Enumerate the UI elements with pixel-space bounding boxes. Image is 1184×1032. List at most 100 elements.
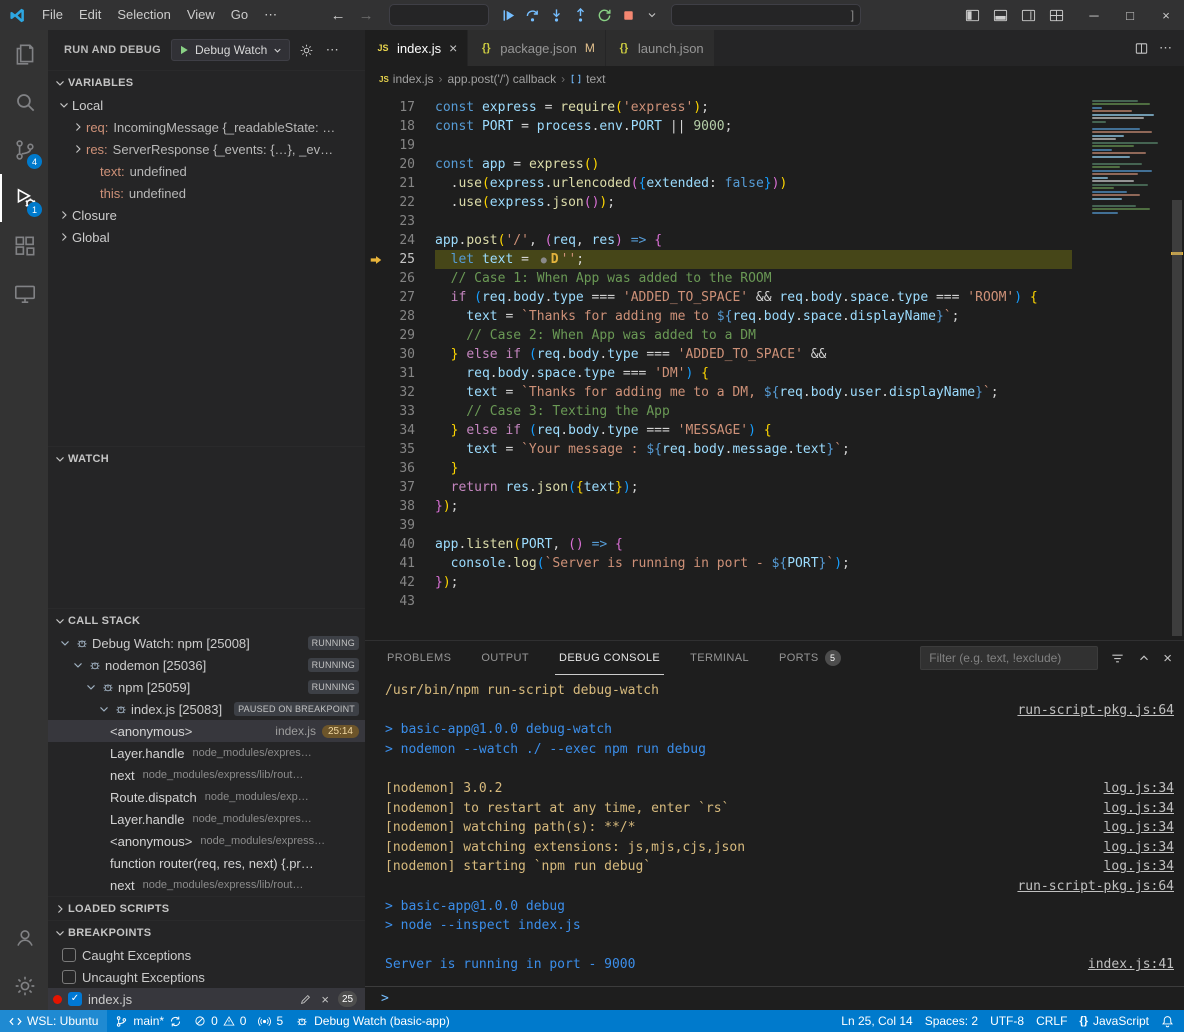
toggle-secondary-sidebar-icon[interactable]: [1016, 3, 1040, 27]
editor-more-icon[interactable]: ⋯: [1159, 40, 1172, 56]
menu-more-icon[interactable]: ⋯: [256, 7, 285, 23]
call-stack-frame[interactable]: Layer.handlenode_modules/expres…: [48, 808, 365, 830]
sidebar-more-icon[interactable]: ⋯: [322, 42, 342, 58]
code-text[interactable]: });: [435, 497, 1072, 516]
debug-step-into-button[interactable]: [545, 4, 567, 26]
activity-remote-explorer-icon[interactable]: [0, 270, 48, 318]
current-line-arrow-icon[interactable]: [365, 250, 387, 269]
glyph-margin[interactable]: [365, 364, 387, 383]
glyph-margin[interactable]: [365, 402, 387, 421]
call-stack-session[interactable]: nodemon [25036]RUNNING: [48, 654, 365, 676]
variable-row[interactable]: this:undefined: [48, 182, 365, 204]
call-stack-session[interactable]: Debug Watch: npm [25008]RUNNING: [48, 632, 365, 654]
glyph-margin[interactable]: [365, 516, 387, 535]
code-text[interactable]: text = `Thanks for adding me to ${req.bo…: [435, 307, 1072, 326]
code-text[interactable]: } else if (req.body.type === 'MESSAGE') …: [435, 421, 1072, 440]
code-text[interactable]: // Case 2: When App was added to a DM: [435, 326, 1072, 345]
code-text[interactable]: const express = require('express');: [435, 98, 1072, 117]
breakpoint-row[interactable]: Caught Exceptions: [48, 944, 365, 966]
status-branch[interactable]: main*: [109, 1010, 188, 1032]
call-stack-frame[interactable]: nextnode_modules/express/lib/rout…: [48, 764, 365, 786]
command-center-left[interactable]: [389, 4, 489, 26]
section-breakpoints[interactable]: BREAKPOINTS: [48, 920, 365, 944]
debug-step-out-button[interactable]: [569, 4, 591, 26]
panel-tab-ports[interactable]: PORTS5: [775, 642, 845, 675]
status-remote[interactable]: WSL: Ubuntu: [0, 1010, 107, 1032]
close-panel-icon[interactable]: ×: [1163, 650, 1172, 667]
debug-toolbar-chevron-down-icon[interactable]: [641, 4, 663, 26]
console-input[interactable]: >: [365, 986, 1184, 1010]
scrollbar-thumb[interactable]: [1172, 200, 1182, 636]
breakpoint-row[interactable]: Uncaught Exceptions: [48, 966, 365, 988]
close-tab-icon[interactable]: ×: [449, 40, 457, 56]
call-stack-session[interactable]: index.js [25083]PAUSED ON BREAKPOINT: [48, 698, 365, 720]
code-text[interactable]: // Case 1: When App was added to the ROO…: [435, 269, 1072, 288]
close-window-icon[interactable]: ×: [1148, 0, 1184, 30]
call-stack-frame[interactable]: <anonymous>node_modules/express…: [48, 830, 365, 852]
toggle-panel-icon[interactable]: [988, 3, 1012, 27]
code-text[interactable]: }: [435, 459, 1072, 478]
variable-row[interactable]: text:undefined: [48, 160, 365, 182]
panel-tab-problems[interactable]: PROBLEMS: [383, 642, 455, 675]
code-text[interactable]: text = `Your message : ${req.body.messag…: [435, 440, 1072, 459]
status-cursor-position[interactable]: Ln 25, Col 14: [835, 1010, 918, 1032]
call-stack-frame[interactable]: Layer.handlenode_modules/expres…: [48, 742, 365, 764]
scope-row[interactable]: Local: [48, 94, 365, 116]
menu-go[interactable]: Go: [223, 7, 256, 23]
status-ports[interactable]: 5: [252, 1010, 289, 1032]
customize-layout-icon[interactable]: [1044, 3, 1068, 27]
status-indentation[interactable]: Spaces: 2: [919, 1010, 984, 1032]
menu-selection[interactable]: Selection: [109, 7, 178, 23]
debug-gear-icon[interactable]: [296, 43, 316, 58]
minimap[interactable]: [1086, 94, 1168, 219]
accounts-icon[interactable]: [0, 914, 48, 962]
console-source-link[interactable]: log.js:34: [1104, 857, 1174, 877]
toggle-sidebar-icon[interactable]: [960, 3, 984, 27]
glyph-margin[interactable]: [365, 440, 387, 459]
variable-row[interactable]: req:IncomingMessage {_readableState: …: [48, 116, 365, 138]
code-text[interactable]: const PORT = process.env.PORT || 9000;: [435, 117, 1072, 136]
glyph-margin[interactable]: [365, 592, 387, 611]
code-text[interactable]: .use(express.urlencoded({extended: false…: [435, 174, 1072, 193]
settings-gear-icon[interactable]: [0, 962, 48, 1010]
console-source-link[interactable]: log.js:34: [1104, 838, 1174, 858]
glyph-margin[interactable]: [365, 98, 387, 117]
scope-row[interactable]: Closure: [48, 204, 365, 226]
code-text[interactable]: app.post('/', (req, res) => {: [435, 231, 1072, 250]
section-call-stack[interactable]: CALL STACK: [48, 608, 365, 632]
debug-continue-button[interactable]: [497, 4, 519, 26]
glyph-margin[interactable]: [365, 174, 387, 193]
remove-breakpoint-icon[interactable]: ×: [321, 992, 329, 1007]
tab-index-js[interactable]: JSindex.js×: [365, 30, 468, 66]
breadcrumb-item[interactable]: app.post('/') callback: [447, 72, 556, 86]
call-stack-session[interactable]: npm [25059]RUNNING: [48, 676, 365, 698]
code-text[interactable]: return res.json({text});: [435, 478, 1072, 497]
glyph-margin[interactable]: [365, 497, 387, 516]
glyph-margin[interactable]: [365, 269, 387, 288]
glyph-margin[interactable]: [365, 478, 387, 497]
glyph-margin[interactable]: [365, 155, 387, 174]
code-text[interactable]: let text = ●D'';: [435, 250, 1072, 269]
console-source-link[interactable]: log.js:34: [1104, 779, 1174, 799]
minimize-icon[interactable]: ─: [1076, 0, 1112, 30]
breakpoint-row[interactable]: ✓index.js×25: [48, 988, 365, 1010]
breakpoint-checkbox[interactable]: ✓: [68, 992, 82, 1006]
glyph-margin[interactable]: [365, 193, 387, 212]
scope-row[interactable]: Global: [48, 226, 365, 248]
maximize-panel-chevron-up-icon[interactable]: [1137, 651, 1151, 665]
debug-restart-button[interactable]: [593, 4, 615, 26]
maximize-icon[interactable]: □: [1112, 0, 1148, 30]
status-eol[interactable]: CRLF: [1030, 1010, 1073, 1032]
tab-launch-json[interactable]: {}launch.json: [606, 30, 715, 66]
status-problems[interactable]: 00: [188, 1010, 252, 1032]
section-watch[interactable]: WATCH: [48, 446, 365, 470]
code-text[interactable]: // Case 3: Texting the App: [435, 402, 1072, 421]
breakpoint-checkbox[interactable]: [62, 948, 76, 962]
split-editor-icon[interactable]: [1134, 41, 1149, 56]
status-language[interactable]: {}JavaScript: [1073, 1010, 1155, 1032]
activity-extensions-icon[interactable]: [0, 222, 48, 270]
code-text[interactable]: });: [435, 573, 1072, 592]
code-text[interactable]: req.body.space.type === 'DM') {: [435, 364, 1072, 383]
panel-tab-terminal[interactable]: TERMINAL: [686, 642, 753, 675]
glyph-margin[interactable]: [365, 326, 387, 345]
